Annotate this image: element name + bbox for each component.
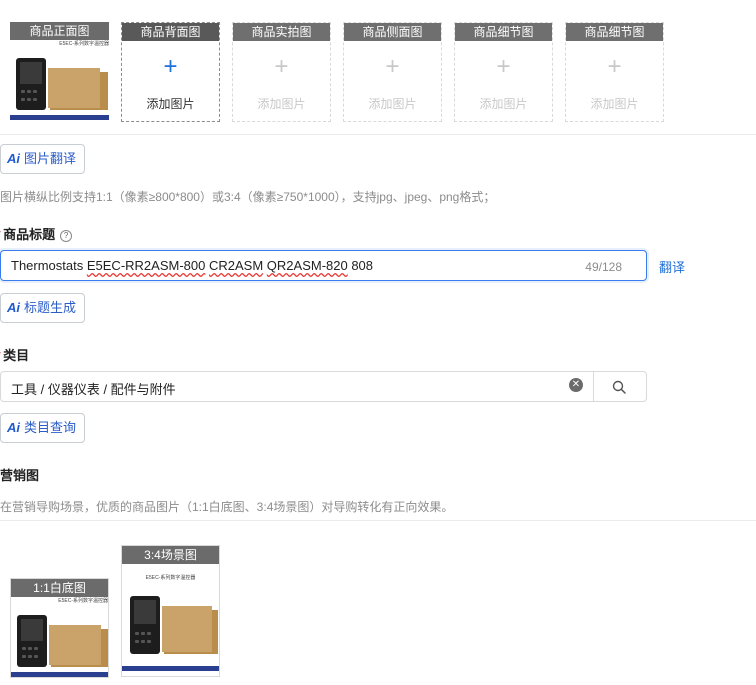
marketing-slot-scene[interactable]: E5EC-系列数字温控器 3:4场景图 — [121, 545, 220, 677]
product-title-value: Thermostats E5EC-RR2ASM-800 CR2ASM QR2AS… — [11, 258, 374, 273]
product-photo-scene: E5EC-系列数字温控器 — [122, 546, 219, 676]
image-slot-caption: 商品背面图 — [122, 23, 219, 41]
ai-button-label: 标题生成 — [24, 300, 77, 315]
photo-banner: E5EC-系列数字温控器 — [10, 40, 109, 54]
plus-icon: + — [385, 53, 400, 80]
category-value: 工具 / 仪器仪表 / 配件与附件 — [11, 382, 176, 397]
marketing-label: 营销图 — [0, 468, 40, 483]
image-slot-front[interactable]: E5EC-系列数字温控器 商品正面图 — [10, 22, 109, 122]
search-icon — [612, 380, 626, 394]
add-image-label: 添加图片 — [590, 97, 639, 111]
add-image-label: 添加图片 — [479, 97, 528, 111]
image-slot-back[interactable]: 商品背面图 + 添加图片 — [121, 22, 220, 122]
marketing-slot-white-bg[interactable]: E5EC-系列数字温控器 1:1白底图 — [10, 578, 109, 678]
label-text: 商品标题 — [3, 227, 56, 242]
product-title-input[interactable]: Thermostats E5EC-RR2ASM-800 CR2ASM QR2AS… — [0, 250, 647, 281]
marketing-slot-caption: 3:4场景图 — [122, 546, 219, 564]
marketing-slot-caption: 1:1白底图 — [11, 579, 108, 597]
image-format-hint: 图片横纵比例支持1:1（像素≥800*800）或3:4（像素≥750*1000）… — [0, 190, 496, 204]
image-slot-caption: 商品侧面图 — [344, 23, 441, 41]
ai-icon: Ai — [7, 300, 20, 315]
add-image-label: 添加图片 — [368, 97, 417, 111]
clear-icon[interactable]: ✕ — [569, 378, 583, 392]
image-slot-side[interactable]: 商品侧面图 + 添加图片 — [343, 22, 442, 122]
image-slot-detail-2[interactable]: 商品细节图 + 添加图片 — [565, 22, 664, 122]
add-image-label: 添加图片 — [146, 97, 195, 111]
divider — [0, 134, 756, 135]
ai-icon: Ai — [7, 151, 20, 166]
ai-image-translate-button[interactable]: Ai 图片翻译 — [0, 144, 86, 174]
image-slot-caption: 商品细节图 — [455, 23, 552, 41]
ai-icon: Ai — [7, 420, 20, 435]
marketing-hint: 在营销导购场景，优质的商品图片（1:1白底图、3:4场景图）对导购转化有正向效果… — [0, 500, 454, 514]
divider — [0, 520, 756, 521]
image-slot-real[interactable]: 商品实拍图 + 添加图片 — [232, 22, 331, 122]
add-image-label: 添加图片 — [257, 97, 306, 111]
image-slot-detail-1[interactable]: 商品细节图 + 添加图片 — [454, 22, 553, 122]
category-label: *类目 — [0, 345, 29, 364]
plus-icon: + — [607, 53, 622, 80]
translate-link[interactable]: 翻译 — [659, 257, 685, 276]
help-icon[interactable]: ? — [60, 230, 73, 242]
plus-icon: + — [274, 53, 289, 80]
photo-banner: E5EC-系列数字温控器 — [122, 574, 219, 588]
category-search-button[interactable] — [593, 371, 647, 402]
image-slot-caption: 商品细节图 — [566, 23, 663, 41]
label-text: 类目 — [3, 348, 30, 363]
image-slot-caption: 商品正面图 — [10, 22, 109, 40]
ai-button-label: 图片翻译 — [24, 151, 77, 166]
plus-icon: + — [163, 53, 178, 80]
required-mark: * — [0, 348, 1, 363]
product-title-label: *商品标题? — [0, 224, 73, 243]
required-mark: * — [0, 227, 1, 242]
ai-category-query-button[interactable]: Ai 类目查询 — [0, 413, 86, 443]
category-input[interactable]: 工具 / 仪器仪表 / 配件与附件 — [0, 371, 595, 402]
ai-title-generate-button[interactable]: Ai 标题生成 — [0, 293, 86, 323]
char-count: 49/128 — [585, 260, 622, 274]
photo-banner: E5EC-系列数字温控器 — [11, 597, 108, 611]
plus-icon: + — [496, 53, 511, 80]
image-slot-caption: 商品实拍图 — [233, 23, 330, 41]
ai-button-label: 类目查询 — [24, 420, 77, 435]
